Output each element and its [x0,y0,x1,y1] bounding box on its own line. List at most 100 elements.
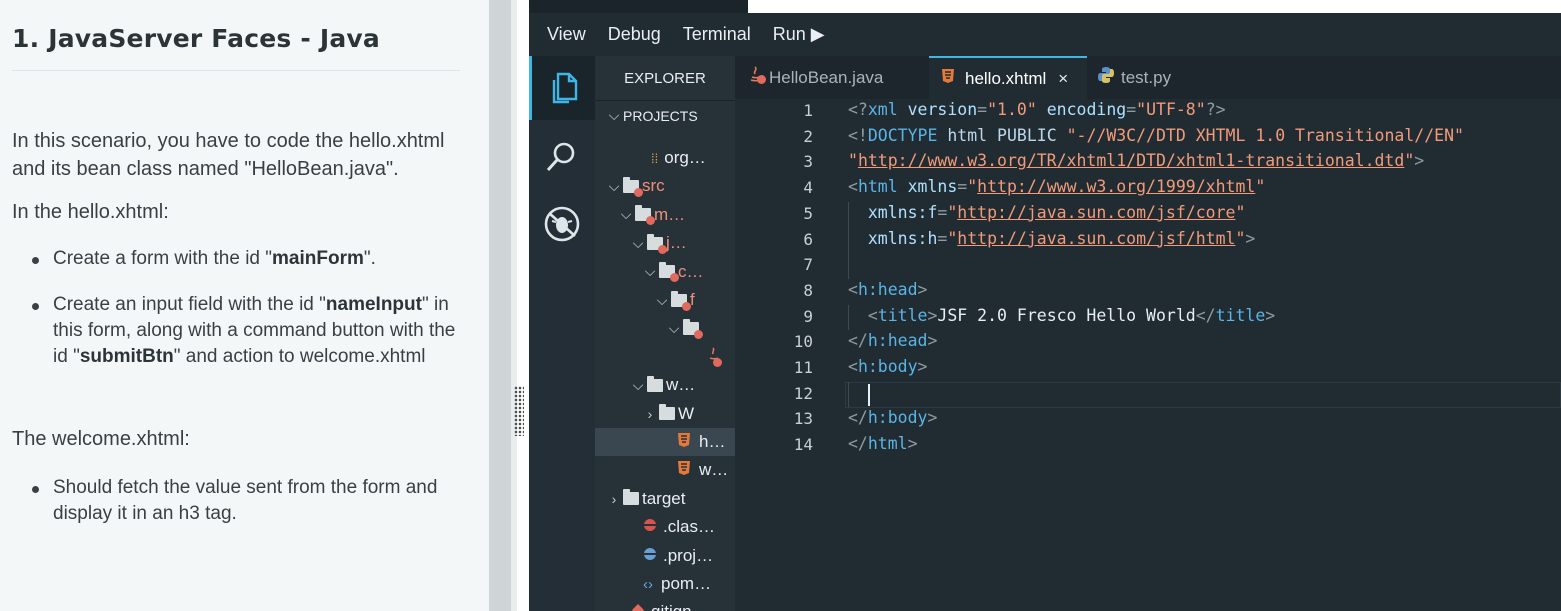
list-item: Should fetch the value sent from the for… [12,475,460,527]
drag-handle-icon[interactable] [514,386,524,436]
line-number: 9 [803,306,813,326]
chevron-down-icon: ⌵ [632,376,644,393]
chevron-down-icon: ⌵ [608,177,620,194]
welcome-heading: The welcome.xhtml: [12,428,190,450]
line-number: 11 [793,358,813,377]
line-number: 3 [803,152,813,172]
list-item: Create a form with the id "mainForm". [12,246,460,272]
scenario-title: 1. JavaServer Faces - Java [12,24,460,71]
line-number: 5 [803,203,813,223]
code-line: </html> [848,434,918,454]
code-line: xmlns:h="http://java.sun.com/jsf/html"> [867,228,1256,248]
line-number: 10 [793,332,813,352]
tree-item[interactable]: › W [595,400,735,428]
tab-hellobean-java[interactable]: HelloBean.java [747,56,927,99]
folder-icon [647,375,663,392]
error-badge-icon [694,329,703,339]
tree-item[interactable]: .proj… [595,542,735,570]
panel-splitter[interactable] [489,0,529,611]
code-line: <h:head> [848,279,928,299]
tree-item[interactable]: ⁞⁞ org… [595,144,735,172]
close-tab-icon[interactable]: × [1058,69,1068,89]
tree-item-label: target [642,488,686,508]
tree-item[interactable]: ⌵ j… [595,229,735,257]
tree-item[interactable]: ⌵ c… [595,258,735,286]
tree-item[interactable]: h… [595,428,735,456]
html-file-icon [677,432,691,453]
tree-item[interactable]: ⌵ f [595,286,735,314]
tree-item-label: .clas… [663,517,715,537]
projects-section-header[interactable]: ⌵ PROJECTS [595,100,735,130]
folder-icon [659,404,675,421]
tree-item[interactable]: ‹› pom… [595,570,735,598]
tree-item-label: .proj… [663,545,714,565]
menu-debug[interactable]: Debug [608,24,661,45]
menu-view[interactable]: View [547,24,586,45]
tree-item[interactable]: › target [595,485,735,513]
line-number: 13 [793,409,813,429]
line-number: 1 [803,101,813,120]
files-icon[interactable] [529,56,595,120]
code-line: xmlns:f="http://java.sun.com/jsf/core" [867,202,1246,222]
current-line-highlight [845,381,1561,408]
code-line: <?xml version="1.0" encoding="UTF-8"?> [848,100,1226,119]
git-icon [631,602,645,611]
tab-hello-xhtml[interactable]: hello.xhtml × [929,56,1087,99]
tree-item-label: w… [699,460,729,480]
html-file-icon [677,460,691,481]
chevron-right-icon: › [611,490,617,507]
chevron-down-icon: ⌵ [632,234,644,251]
tree-item[interactable]: w… [595,456,735,484]
error-badge-icon [682,301,691,311]
tree-item-label: m… [654,204,686,224]
line-number: 12 [793,383,813,403]
html-icon [941,68,965,89]
tree-item[interactable]: ⌵ w… [595,371,735,399]
tree-item-label: h… [699,432,726,451]
chevron-right-icon: › [647,405,653,422]
tree-item-label: pom… [661,574,712,593]
chevron-down-icon: ⌵ [620,206,632,223]
tree-item-label: gitign [651,602,692,611]
tree-item[interactable]: ⌵ [595,314,735,342]
line-number: 8 [803,280,813,300]
activity-bar [529,56,595,611]
hello-requirements-list: Create a form with the id "mainForm". Cr… [12,246,460,370]
search-icon[interactable] [529,124,595,188]
debug-icon[interactable] [529,192,595,256]
hello-heading: In the hello.xhtml: [12,201,169,223]
code-editor[interactable]: 1 2 3 4 5 6 7 8 9 10 11 12 13 14 <?xml version="1.0" … [735,99,1561,611]
line-number: 4 [803,178,813,198]
tree-item[interactable]: ⌵ src [595,172,735,200]
code-line: <title>JSF 2.0 Fresco Hello World</title… [867,305,1276,325]
chevron-down-icon: ⌵ [668,319,680,336]
text-cursor [868,383,870,406]
indent-guide [848,381,849,408]
explorer-title: EXPLORER [624,69,706,87]
java-icon [747,65,769,90]
tree-item[interactable]: gitign [595,598,735,611]
code-line: </h:body> [848,408,938,428]
intro-text: In this scenario, you have to code the h… [12,130,445,180]
python-icon [1097,66,1121,89]
tree-item-label: w… [666,375,696,395]
menu-terminal[interactable]: Terminal [683,24,751,45]
tree-item[interactable]: ⌵ m… [595,201,735,229]
line-number: 14 [793,435,813,455]
chevron-down-icon: ⌵ [608,107,620,123]
code-line: </h:head> [848,331,938,351]
instructions-panel: 1. JavaServer Faces - Java In this scena… [0,0,489,611]
code-line: "http://www.w3.org/TR/xhtml1/DTD/xhtml1-… [848,151,1425,171]
xml-file-icon: ‹› [643,575,653,593]
line-number: 6 [803,229,813,249]
menu-run[interactable]: Run ▶ [773,24,825,45]
tree-item-label: W [678,403,695,423]
list-item: Create an input field with the id "nameI… [12,292,460,370]
editor-tab-bar: HelloBean.java hello.xhtml × test.py [735,56,1561,99]
properties-file-icon: ⁞⁞ [651,150,659,166]
tree-item[interactable]: .clas… [595,513,735,541]
tree-item[interactable] [595,343,735,371]
tab-test-py[interactable]: test.py [1097,56,1217,99]
tree-item-label: j… [666,233,687,253]
folder-icon [623,489,639,506]
